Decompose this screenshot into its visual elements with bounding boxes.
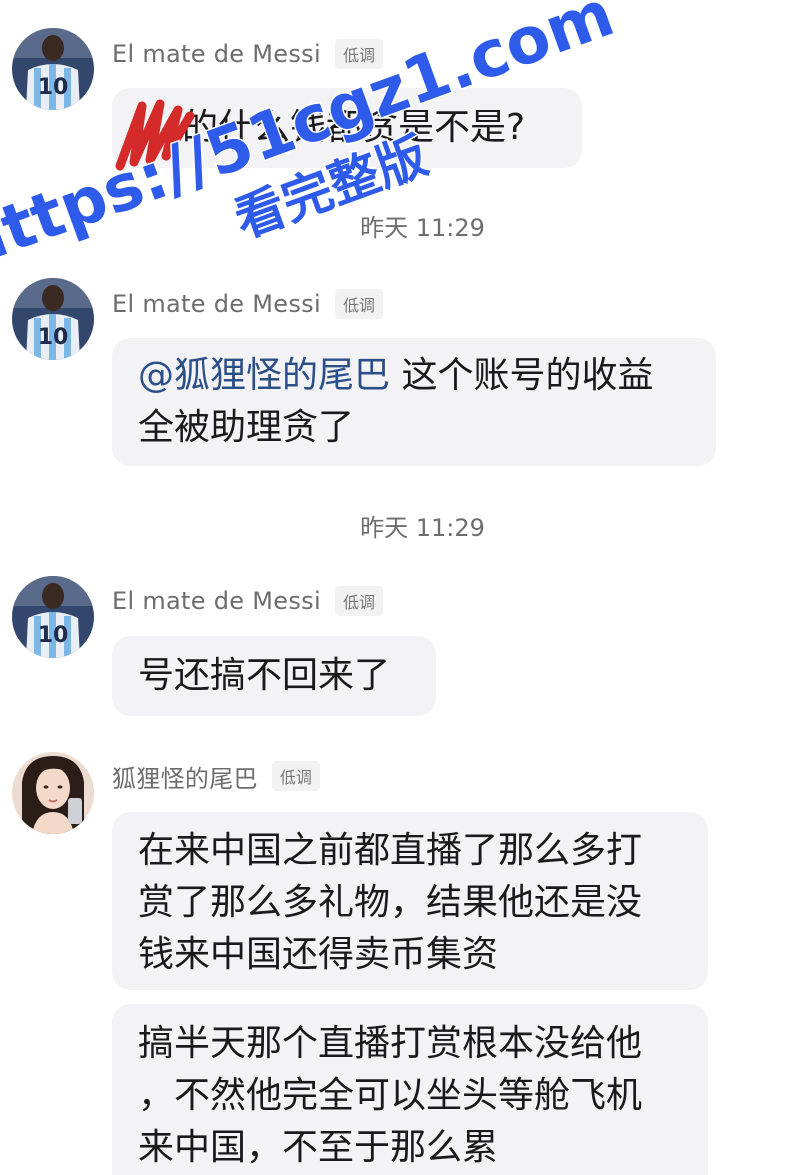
message-text: 全被助理贪了 bbox=[138, 407, 355, 448]
message-text: 的什么钱都贪是不是? bbox=[182, 107, 526, 148]
message-bubble[interactable]: 搞半天那个直播打赏根本没给他 ，不然他完全可以坐头等舱飞机 来中国，不至于那么累 bbox=[112, 1004, 708, 1175]
sender-tag: 低调 bbox=[271, 761, 320, 791]
message-text: 赏了那么多礼物，结果他还是没 bbox=[138, 882, 643, 923]
sender-row: 狐狸怪的尾巴 低调 bbox=[112, 760, 320, 793]
message-text: @狐狸怪的尾巴 这个账号的收益 bbox=[138, 355, 654, 396]
message-text: 号还搞不回来了 bbox=[138, 655, 391, 696]
sender-row: El mate de Messi 低调 bbox=[112, 585, 383, 617]
message-bubble[interactable]: @狐狸怪的尾巴 这个账号的收益 全被助理贪了 bbox=[112, 338, 716, 466]
messi-jersey-avatar[interactable]: 10 bbox=[12, 576, 94, 658]
mention-link[interactable]: @狐狸怪的尾巴 bbox=[138, 355, 390, 396]
timestamp: 昨天 11:29 bbox=[360, 514, 485, 542]
sender-row: El mate de Messi 低调 bbox=[112, 288, 383, 320]
messi-jersey-avatar[interactable]: 10 bbox=[12, 278, 94, 360]
chat-thread: 10 El mate de Messi 低调 的什么钱都贪是不是? 昨天 11:… bbox=[0, 0, 800, 1175]
sender-tag: 低调 bbox=[334, 586, 383, 616]
message-text: 在来中国之前都直播了那么多打 bbox=[138, 830, 643, 871]
message-bubble[interactable]: 在来中国之前都直播了那么多打 赏了那么多礼物，结果他还是没 钱来中国还得卖币集资 bbox=[112, 812, 708, 990]
sender-name: El mate de Messi bbox=[112, 587, 321, 615]
sender-tag: 低调 bbox=[334, 39, 383, 69]
message-bubble[interactable]: 号还搞不回来了 bbox=[112, 636, 436, 716]
sender-name: 狐狸怪的尾巴 bbox=[112, 764, 258, 793]
sender-row: El mate de Messi 低调 bbox=[112, 38, 383, 70]
message-bubble[interactable]: 的什么钱都贪是不是? bbox=[112, 88, 582, 168]
sender-tag: 低调 bbox=[334, 289, 383, 319]
girl-portrait-avatar[interactable] bbox=[12, 752, 94, 834]
svg-text:10: 10 bbox=[38, 75, 69, 100]
message-text: ，不然他完全可以坐头等舱飞机 bbox=[138, 1075, 643, 1116]
message-text: 搞半天那个直播打赏根本没给他 bbox=[138, 1023, 643, 1064]
svg-text:10: 10 bbox=[38, 325, 69, 350]
timestamp: 昨天 11:29 bbox=[360, 214, 485, 242]
message-text: 钱来中国还得卖币集资 bbox=[138, 934, 499, 975]
sender-name: El mate de Messi bbox=[112, 40, 321, 68]
message-text: 来中国，不至于那么累 bbox=[138, 1127, 499, 1168]
messi-jersey-avatar[interactable]: 10 bbox=[12, 28, 94, 110]
sender-name: El mate de Messi bbox=[112, 290, 321, 318]
svg-text:10: 10 bbox=[38, 623, 69, 648]
